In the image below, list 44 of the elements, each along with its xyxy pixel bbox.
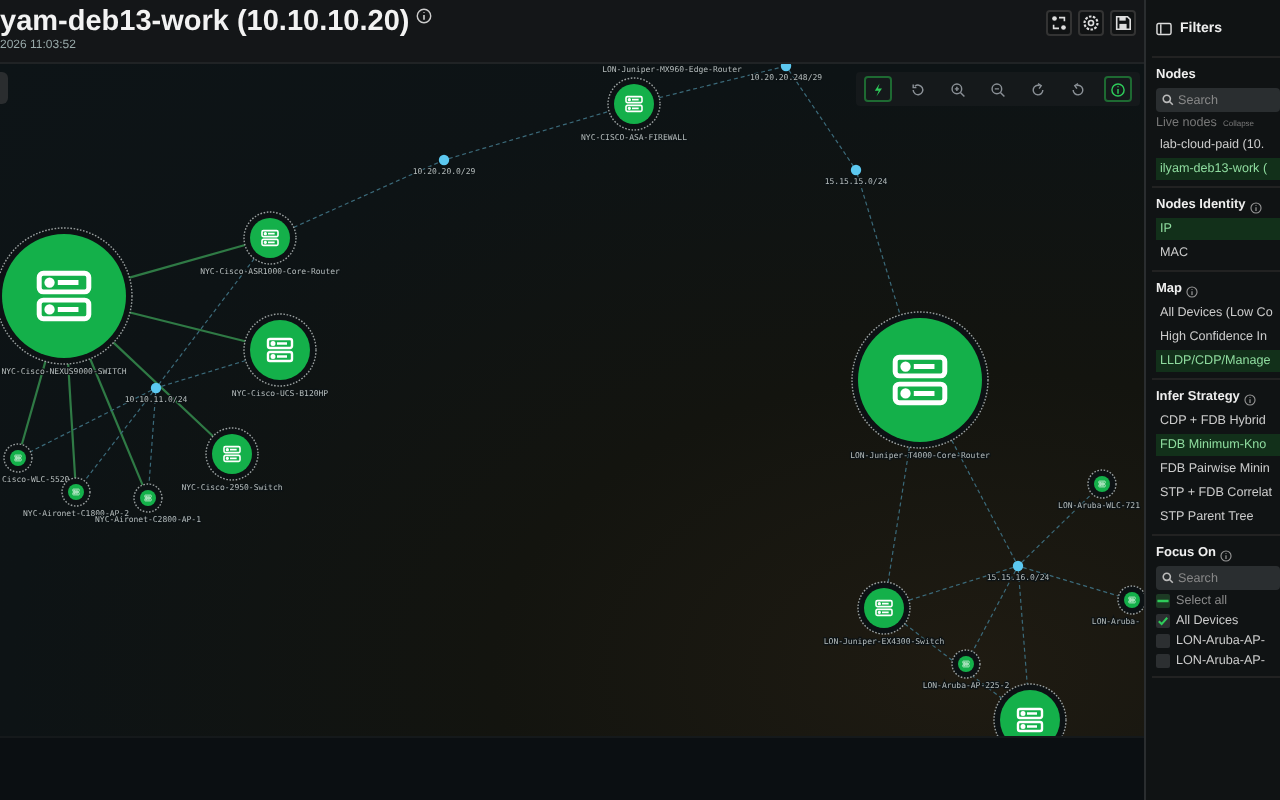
server-node[interactable]: [243, 211, 297, 265]
nodes-icon: [1050, 14, 1068, 32]
rotate-right-icon: [1030, 81, 1046, 97]
subnet-node[interactable]: [150, 382, 162, 394]
checkbox[interactable]: [1156, 614, 1170, 628]
subnet-node[interactable]: [850, 164, 862, 176]
save-button[interactable]: [1110, 10, 1136, 36]
server-node[interactable]: [951, 649, 981, 679]
server-node[interactable]: [133, 483, 163, 513]
panel-icon: [1156, 21, 1172, 35]
server-node[interactable]: [243, 313, 317, 387]
settings-button[interactable]: [1078, 10, 1104, 36]
subnet-node[interactable]: [1012, 560, 1024, 572]
rotate-left-icon: [1070, 81, 1086, 97]
info-icon[interactable]: [1186, 285, 1198, 297]
server-node[interactable]: [607, 77, 661, 131]
info-icon[interactable]: [1243, 393, 1256, 405]
server-node[interactable]: [3, 443, 33, 473]
bolt-button[interactable]: [864, 76, 892, 102]
server-node[interactable]: [857, 581, 911, 635]
info-icon[interactable]: [1219, 549, 1232, 561]
reset-icon: [910, 81, 926, 97]
floppy-icon: [1114, 14, 1132, 32]
bolt-icon: [870, 81, 886, 97]
server-node[interactable]: [851, 311, 989, 449]
server-node[interactable]: [205, 427, 259, 481]
search-icon: [1162, 94, 1174, 106]
info-icon[interactable]: [415, 8, 432, 24]
server-node[interactable]: [1087, 469, 1117, 499]
page-title: yam-deb13-work (10.10.10.20): [0, 6, 410, 39]
subnet-node[interactable]: [780, 64, 792, 72]
layout-button[interactable]: [1046, 10, 1072, 36]
info-button[interactable]: [1104, 76, 1132, 102]
subnet-node[interactable]: [438, 154, 450, 166]
checkbox[interactable]: [1156, 634, 1170, 648]
checkbox[interactable]: [1156, 654, 1170, 668]
search-icon: [1162, 572, 1174, 584]
server-node[interactable]: [0, 227, 133, 365]
gear-icon: [1082, 14, 1100, 32]
zoom-out-icon: [990, 81, 1006, 97]
zoom-in-icon: [950, 81, 966, 97]
checkbox[interactable]: [1156, 594, 1170, 608]
info-icon[interactable]: [1249, 201, 1262, 213]
info-icon: [1110, 81, 1126, 97]
